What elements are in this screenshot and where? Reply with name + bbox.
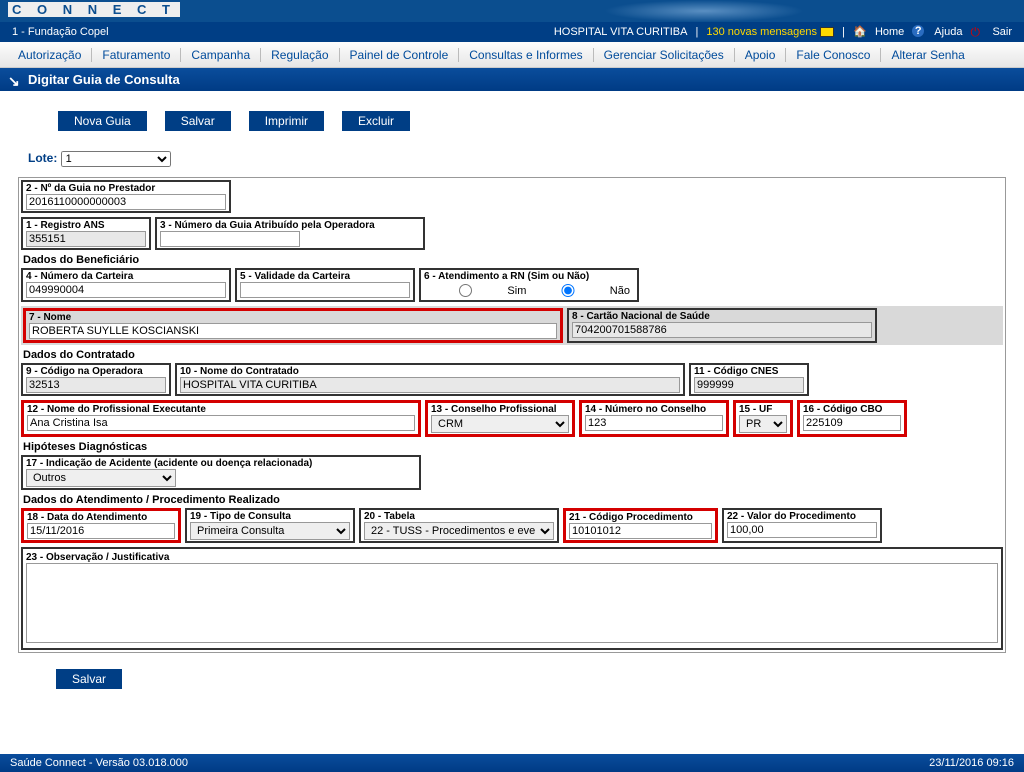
- nav-regulacao[interactable]: Regulação: [261, 48, 339, 62]
- f9-input: [26, 377, 166, 393]
- nav-autorizacao[interactable]: Autorização: [8, 48, 92, 62]
- f15-select[interactable]: PR: [739, 415, 787, 433]
- hospital-name: HOSPITAL VITA CURITIBA: [554, 26, 688, 38]
- f1-label: 1 - Registro ANS: [26, 220, 146, 231]
- f11-input: [694, 377, 804, 393]
- f16-label: 16 - Código CBO: [803, 404, 901, 415]
- f23-label: 23 - Observação / Justificativa: [26, 552, 169, 563]
- f6-sim-radio[interactable]: [428, 284, 503, 297]
- f8-label: 8 - Cartão Nacional de Saúde: [572, 311, 872, 322]
- f18-label: 18 - Data do Atendimento: [27, 512, 175, 523]
- f19-select[interactable]: Primeira Consulta: [190, 522, 350, 540]
- app-logo: C O N N E C T: [8, 2, 180, 17]
- help-link[interactable]: Ajuda: [934, 26, 962, 38]
- page-title: Digitar Guia de Consulta: [28, 72, 180, 87]
- nav-fale-conosco[interactable]: Fale Conosco: [786, 48, 881, 62]
- nav-bar: Autorização Faturamento Campanha Regulaç…: [0, 42, 1024, 68]
- f2-label: 2 - Nº da Guia no Prestador: [26, 183, 226, 194]
- banner-decoration: [604, 0, 804, 22]
- nav-apoio[interactable]: Apoio: [735, 48, 787, 62]
- exit-link[interactable]: Sair: [992, 26, 1012, 38]
- f16-input[interactable]: [803, 415, 901, 431]
- f5-input[interactable]: [240, 282, 410, 298]
- footer: Saúde Connect - Versão 03.018.000 23/11/…: [0, 754, 1024, 772]
- salvar-button[interactable]: Salvar: [165, 111, 231, 131]
- sub-banner: 1 - Fundação Copel HOSPITAL VITA CURITIB…: [0, 22, 1024, 42]
- nav-painel[interactable]: Painel de Controle: [340, 48, 460, 62]
- f9-label: 9 - Código na Operadora: [26, 366, 166, 377]
- f23-textarea[interactable]: [26, 563, 998, 643]
- mail-icon: [820, 27, 834, 37]
- nav-alterar-senha[interactable]: Alterar Senha: [881, 48, 974, 62]
- org-label: 1 - Fundação Copel: [12, 26, 554, 38]
- f7-label: 7 - Nome: [29, 312, 557, 323]
- excluir-button[interactable]: Excluir: [342, 111, 410, 131]
- f12-label: 12 - Nome do Profissional Executante: [27, 404, 415, 415]
- arrow-icon: [8, 73, 22, 87]
- help-icon: [912, 25, 926, 39]
- f15-label: 15 - UF: [739, 404, 787, 415]
- footer-datetime: 23/11/2016 09:16: [929, 757, 1014, 769]
- f6-nao-radio[interactable]: [530, 284, 605, 297]
- lote-label: Lote:: [28, 151, 57, 165]
- footer-version: Saúde Connect - Versão 03.018.000: [10, 757, 188, 769]
- page-title-bar: Digitar Guia de Consulta: [0, 68, 1024, 91]
- exit-icon: [970, 25, 984, 39]
- f11-label: 11 - Código CNES: [694, 366, 804, 377]
- f20-select[interactable]: 22 - TUSS - Procedimentos e eventos: [364, 522, 554, 540]
- f5-label: 5 - Validade da Carteira: [240, 271, 410, 282]
- home-icon: [853, 25, 867, 39]
- nova-guia-button[interactable]: Nova Guia: [58, 111, 147, 131]
- lote-select[interactable]: 1: [61, 151, 171, 167]
- f12-input[interactable]: [27, 415, 415, 431]
- imprimir-button[interactable]: Imprimir: [249, 111, 324, 131]
- section-contratado: Dados do Contratado: [23, 349, 1003, 361]
- top-banner: C O N N E C T: [0, 0, 1024, 22]
- home-link[interactable]: Home: [875, 26, 904, 38]
- f21-input[interactable]: [569, 523, 712, 539]
- nav-consultas[interactable]: Consultas e Informes: [459, 48, 593, 62]
- f17-select[interactable]: Outros: [26, 469, 176, 487]
- form-area: 2 - Nº da Guia no Prestador 1 - Registro…: [18, 177, 1006, 653]
- f6-label: 6 - Atendimento a RN (Sim ou Não): [424, 271, 634, 282]
- f4-input[interactable]: [26, 282, 226, 298]
- f10-label: 10 - Nome do Contratado: [180, 366, 680, 377]
- nav-gerenciar[interactable]: Gerenciar Solicitações: [594, 48, 735, 62]
- f13-label: 13 - Conselho Profissional: [431, 404, 569, 415]
- f1-input: [26, 231, 146, 247]
- section-hipoteses: Hipóteses Diagnósticas: [23, 441, 1003, 453]
- messages-link[interactable]: 130 novas mensagens: [706, 26, 834, 38]
- f17-label: 17 - Indicação de Acidente (acidente ou …: [26, 458, 416, 469]
- f3-input[interactable]: [160, 231, 300, 247]
- f7-input[interactable]: [29, 323, 557, 339]
- f21-label: 21 - Código Procedimento: [569, 512, 712, 523]
- f8-input: [572, 322, 872, 338]
- salvar-bottom-button[interactable]: Salvar: [56, 669, 122, 689]
- f14-label: 14 - Número no Conselho: [585, 404, 723, 415]
- f14-input[interactable]: [585, 415, 723, 431]
- f20-label: 20 - Tabela: [364, 511, 554, 522]
- f2-input[interactable]: [26, 194, 226, 210]
- f10-input: [180, 377, 680, 393]
- section-atendimento: Dados do Atendimento / Procedimento Real…: [23, 494, 1003, 506]
- f22-input[interactable]: [727, 522, 877, 538]
- nav-faturamento[interactable]: Faturamento: [92, 48, 181, 62]
- f13-select[interactable]: CRM: [431, 415, 569, 433]
- nav-campanha[interactable]: Campanha: [181, 48, 261, 62]
- f22-label: 22 - Valor do Procedimento: [727, 511, 877, 522]
- f3-label: 3 - Número da Guia Atribuído pela Operad…: [160, 220, 420, 231]
- section-beneficiario: Dados do Beneficiário: [23, 254, 1003, 266]
- f19-label: 19 - Tipo de Consulta: [190, 511, 350, 522]
- f4-label: 4 - Número da Carteira: [26, 271, 226, 282]
- f18-input[interactable]: [27, 523, 175, 539]
